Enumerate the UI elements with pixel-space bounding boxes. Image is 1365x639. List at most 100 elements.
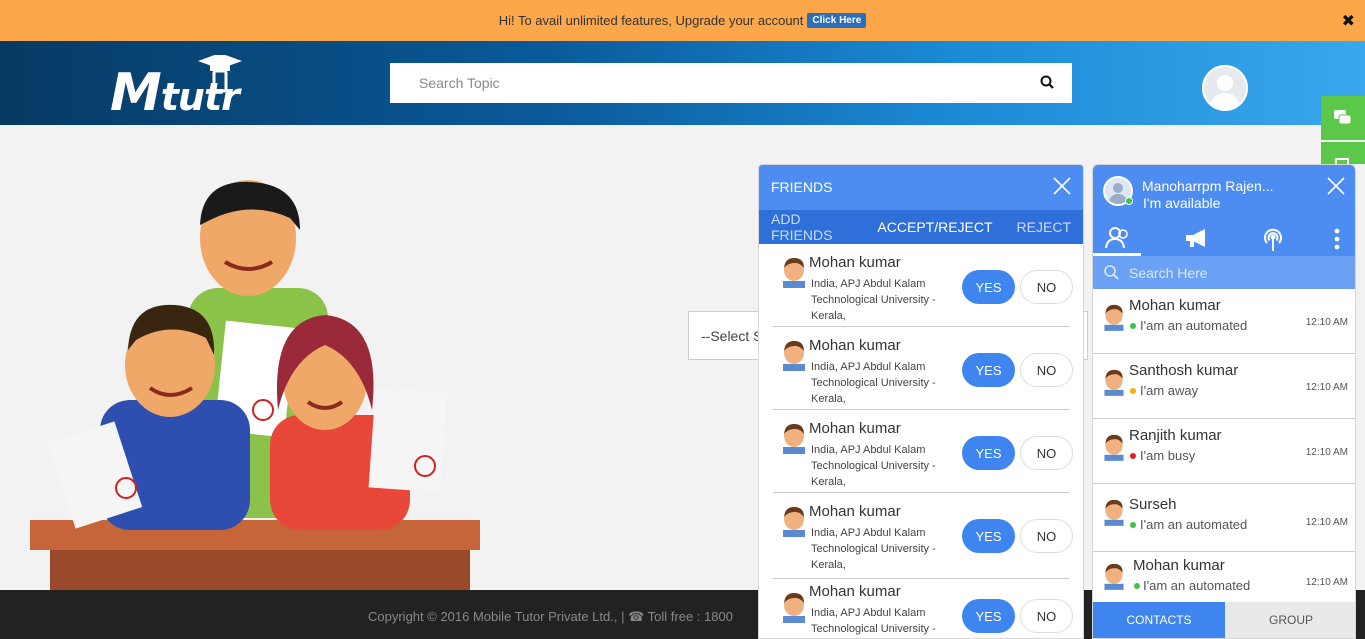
tab-group[interactable]: GROUP bbox=[1225, 602, 1355, 638]
status-dot bbox=[1130, 522, 1136, 528]
status-dot bbox=[1130, 388, 1136, 394]
contact-status: I'am busy bbox=[1140, 448, 1196, 463]
request-name: Mohan kumar bbox=[809, 254, 901, 271]
contact-name: Surseh bbox=[1129, 496, 1177, 513]
online-status-dot bbox=[1125, 197, 1133, 205]
promo-text: Hi! To avail unlimited features, Upgrade… bbox=[498, 13, 804, 28]
contact-name: Ranjith kumar bbox=[1129, 427, 1222, 444]
search-icon[interactable] bbox=[1040, 75, 1054, 94]
user-face-icon bbox=[1104, 563, 1124, 590]
contact-search-input[interactable] bbox=[1129, 256, 1355, 289]
contact-time: 12:10 AM bbox=[1305, 577, 1348, 588]
close-banner-icon[interactable]: ✖ bbox=[1342, 11, 1355, 31]
upgrade-click-here-button[interactable]: Click Here bbox=[807, 13, 867, 28]
contact-search bbox=[1093, 256, 1355, 289]
my-status[interactable]: I'm available bbox=[1143, 195, 1220, 211]
contact-item[interactable]: Ranjith kumar I'am busy 12:10 AM bbox=[1093, 419, 1355, 484]
contacts-icon[interactable] bbox=[1105, 227, 1131, 254]
mtutor-logo[interactable]: Mtutr bbox=[110, 55, 250, 123]
user-avatar[interactable] bbox=[1202, 65, 1248, 111]
accept-yes-button[interactable]: YES bbox=[962, 436, 1015, 470]
request-name: Mohan kumar bbox=[809, 583, 901, 600]
reject-no-button[interactable]: NO bbox=[1020, 519, 1073, 553]
tab-accept-reject[interactable]: ACCEPT/REJECT bbox=[865, 219, 1004, 235]
friends-title: FRIENDS bbox=[771, 179, 833, 195]
logo-wordmark: Mtutr bbox=[110, 63, 240, 123]
contact-time: 12:10 AM bbox=[1305, 382, 1348, 393]
request-name: Mohan kumar bbox=[809, 420, 901, 437]
side-chat-tab[interactable] bbox=[1321, 96, 1365, 140]
contact-name: Mohan kumar bbox=[1133, 557, 1225, 574]
promo-banner: Hi! To avail unlimited features, Upgrade… bbox=[0, 0, 1365, 41]
status-dot bbox=[1130, 323, 1136, 329]
site-header: Mtutr bbox=[0, 41, 1365, 125]
close-chat-icon[interactable] bbox=[1327, 177, 1345, 200]
accept-yes-button[interactable]: YES bbox=[962, 519, 1015, 553]
contact-item[interactable]: Surseh I'am an automated 12:10 AM bbox=[1093, 484, 1355, 552]
broadcast-icon[interactable] bbox=[1261, 227, 1285, 256]
chat-header: Manoharrpm Rajen... I'm available bbox=[1093, 165, 1355, 256]
friends-tabs: ADD FRIENDS ACCEPT/REJECT REJECT bbox=[759, 210, 1083, 244]
search-topic-input[interactable] bbox=[390, 63, 1010, 103]
friend-request: Mohan kumar India, APJ Abdul Kalam Techn… bbox=[773, 327, 1073, 410]
user-face-icon bbox=[783, 341, 805, 371]
contact-name: Santhosh kumar bbox=[1129, 362, 1239, 379]
contact-item[interactable]: Santhosh kumar I'am away 12:10 AM bbox=[1093, 354, 1355, 419]
contact-time: 12:10 AM bbox=[1305, 317, 1348, 328]
user-face-icon bbox=[783, 593, 805, 623]
accept-yes-button[interactable]: YES bbox=[962, 270, 1015, 304]
contact-status: I'am an automated bbox=[1140, 318, 1248, 333]
contact-name: Mohan kumar bbox=[1129, 297, 1221, 314]
chat-icon-bar bbox=[1093, 223, 1355, 256]
logo-text: tutr bbox=[160, 75, 240, 119]
chat-panel: Manoharrpm Rajen... I'm available Search… bbox=[1092, 164, 1356, 639]
chat-bubbles-icon bbox=[1334, 110, 1352, 125]
my-name: Manoharrpm Rajen... bbox=[1142, 178, 1274, 194]
reject-no-button[interactable]: NO bbox=[1020, 599, 1073, 633]
request-address: India, APJ Abdul Kalam Technological Uni… bbox=[811, 527, 936, 571]
reject-no-button[interactable]: NO bbox=[1020, 353, 1073, 387]
accept-yes-button[interactable]: YES bbox=[962, 599, 1015, 633]
side-edit-tab[interactable] bbox=[1321, 142, 1365, 172]
footer-copyright: Copyright © 2016 Mobile Tutor Private Lt… bbox=[368, 609, 733, 624]
request-address: India, APJ Abdul Kalam Technological Uni… bbox=[811, 607, 936, 635]
request-name: Mohan kumar bbox=[809, 503, 901, 520]
user-face-icon bbox=[1104, 499, 1124, 526]
status-dot bbox=[1130, 453, 1136, 459]
user-face-icon bbox=[783, 424, 805, 454]
contact-status: I'am away bbox=[1140, 383, 1199, 398]
contact-time: 12:10 AM bbox=[1305, 517, 1348, 528]
contact-status: I'am an automated bbox=[1140, 517, 1248, 532]
friend-request: Mohan kumar India, APJ Abdul Kalam Techn… bbox=[773, 244, 1073, 327]
logo-m: M bbox=[110, 63, 162, 123]
megaphone-icon[interactable] bbox=[1183, 227, 1211, 254]
tab-reject[interactable]: REJECT bbox=[1005, 219, 1083, 235]
search-bar bbox=[390, 63, 1072, 103]
user-face-icon bbox=[1104, 369, 1124, 396]
request-name: Mohan kumar bbox=[809, 337, 901, 354]
chat-bottom-tabs: CONTACTS GROUP bbox=[1093, 602, 1355, 638]
user-face-icon bbox=[1104, 304, 1124, 331]
friend-request: Mohan kumar India, APJ Abdul Kalam Techn… bbox=[773, 579, 1073, 638]
contact-item[interactable]: Mohan kumar I'am an automated 12:10 AM bbox=[1093, 289, 1355, 354]
request-address: India, APJ Abdul Kalam Technological Uni… bbox=[811, 444, 936, 488]
search-icon bbox=[1103, 264, 1119, 285]
request-address: India, APJ Abdul Kalam Technological Uni… bbox=[811, 278, 936, 322]
user-face-icon bbox=[1104, 434, 1124, 461]
reject-no-button[interactable]: NO bbox=[1020, 270, 1073, 304]
user-face-icon bbox=[783, 507, 805, 537]
request-address: India, APJ Abdul Kalam Technological Uni… bbox=[811, 361, 936, 405]
user-face-icon bbox=[783, 258, 805, 288]
friends-panel: FRIENDS ADD FRIENDS ACCEPT/REJECT REJECT… bbox=[758, 164, 1084, 639]
tab-contacts[interactable]: CONTACTS bbox=[1093, 602, 1225, 638]
close-friends-icon[interactable] bbox=[1053, 177, 1071, 198]
friends-header: FRIENDS bbox=[759, 165, 1083, 210]
reject-no-button[interactable]: NO bbox=[1020, 436, 1073, 470]
friend-request: Mohan kumar India, APJ Abdul Kalam Techn… bbox=[773, 410, 1073, 493]
accept-yes-button[interactable]: YES bbox=[962, 353, 1015, 387]
more-options-icon[interactable] bbox=[1333, 227, 1341, 256]
tab-add-friends[interactable]: ADD FRIENDS bbox=[759, 211, 865, 243]
contact-status: I'am an automated bbox=[1143, 578, 1251, 593]
students-illustration bbox=[30, 180, 480, 590]
friend-request: Mohan kumar India, APJ Abdul Kalam Techn… bbox=[773, 493, 1073, 579]
